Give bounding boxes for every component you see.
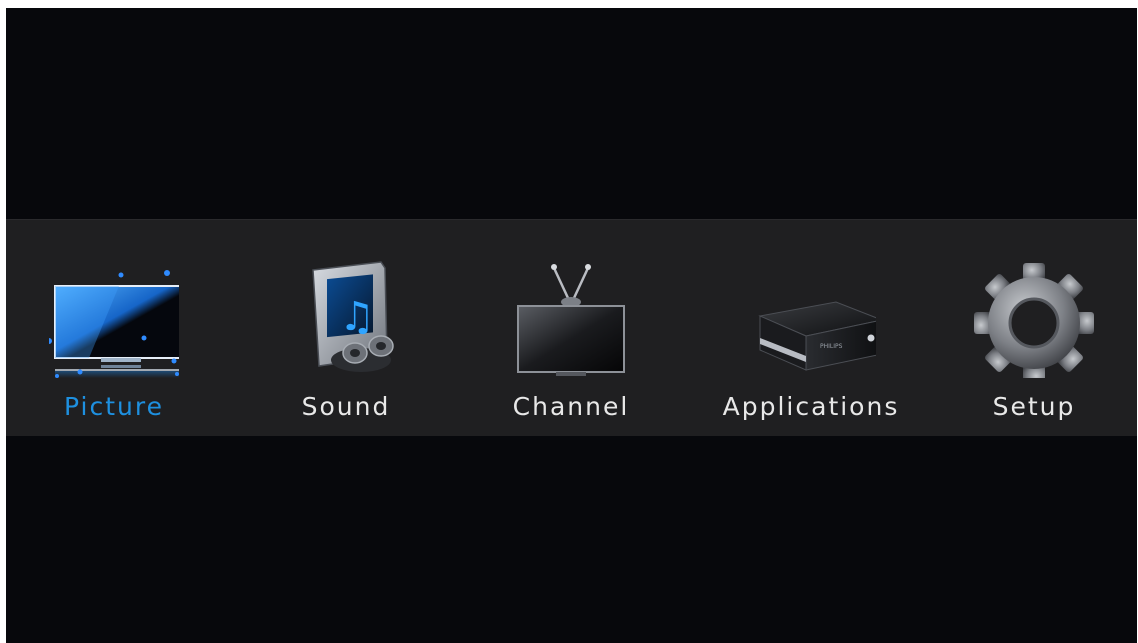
menu-label-sound: Sound: [301, 392, 391, 421]
menu-label-setup: Setup: [992, 392, 1076, 421]
sound-music-folder-icon: ♫: [281, 248, 411, 378]
menu-item-sound[interactable]: ♫ Sound: [246, 220, 446, 436]
menu-item-channel[interactable]: Channel: [471, 220, 671, 436]
menu-item-applications[interactable]: PHILIPS Applications: [711, 220, 911, 436]
tv-screen: Picture ♫ Sound Channel PHILIPS Applicat…: [6, 8, 1137, 643]
channel-tv-antenna-icon: [506, 248, 636, 378]
applications-media-box-icon: PHILIPS: [746, 248, 876, 378]
picture-monitor-icon: [49, 248, 179, 378]
menu-item-setup[interactable]: Setup: [934, 220, 1134, 436]
menu-label-picture: Picture: [64, 392, 164, 421]
menu-label-applications: Applications: [722, 392, 900, 421]
setup-gear-icon: [969, 248, 1099, 378]
menu-label-channel: Channel: [512, 392, 630, 421]
main-menu-bar: Picture ♫ Sound Channel PHILIPS Applicat…: [6, 219, 1137, 436]
svg-text:PHILIPS: PHILIPS: [820, 343, 843, 350]
menu-item-picture[interactable]: Picture: [14, 220, 214, 436]
svg-text:♫: ♫: [339, 294, 375, 340]
